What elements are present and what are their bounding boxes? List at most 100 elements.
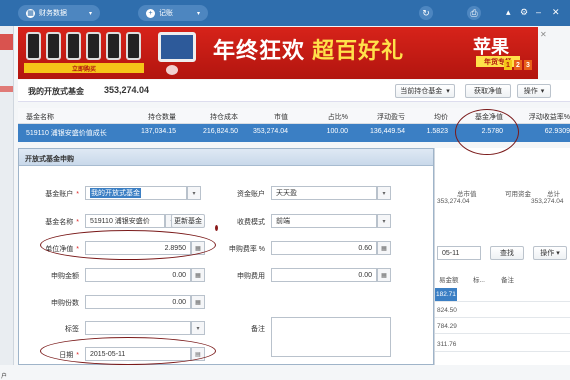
phone-image bbox=[26, 32, 41, 60]
amount-col-header: 易金额 bbox=[439, 277, 459, 284]
chevron-down-icon: ▾ bbox=[446, 88, 450, 95]
operate-label: 操作 bbox=[523, 88, 538, 95]
chevron-down-icon[interactable]: ▾ bbox=[377, 214, 391, 228]
date-filter[interactable]: 05-11 bbox=[437, 246, 481, 260]
list-item[interactable]: 311.76 bbox=[435, 338, 570, 352]
phone-image bbox=[66, 32, 81, 60]
sidebar-marker[interactable] bbox=[0, 34, 13, 50]
amount-input[interactable]: 0.00 bbox=[85, 268, 191, 282]
grand-total-label: 总计 bbox=[547, 191, 560, 198]
holding-filter-button[interactable]: 当前持仓基金 ▾ bbox=[395, 84, 455, 98]
remark-textarea[interactable] bbox=[271, 317, 391, 357]
account-select[interactable]: ▦ 财务数据 ▾ bbox=[18, 5, 100, 21]
fee-label: 申购费用 bbox=[237, 273, 265, 280]
fund-account-label: 资金账户 bbox=[237, 191, 265, 198]
col-avg-price[interactable]: 均价 bbox=[413, 112, 448, 122]
tablet-image bbox=[158, 32, 196, 62]
banner-page-2[interactable]: 2 bbox=[514, 60, 522, 70]
col-holding[interactable]: 持仓数量 bbox=[126, 112, 176, 122]
shares-label: 申购份数 bbox=[51, 300, 79, 307]
update-fund-button[interactable]: 更新基金 bbox=[171, 214, 205, 228]
chevron-down-icon[interactable]: ▾ bbox=[377, 186, 391, 200]
annotation-ellipse bbox=[455, 109, 519, 155]
col-float-pnl[interactable]: 浮动盈亏 bbox=[353, 112, 405, 122]
list-item[interactable]: 784.29 bbox=[435, 320, 570, 334]
fee-mode-select[interactable]: 前端 bbox=[271, 214, 377, 228]
fetch-nav-button[interactable]: 获取净值 bbox=[465, 84, 511, 98]
total-market-value: 353,274.04 bbox=[437, 198, 470, 205]
phone-image bbox=[46, 32, 61, 60]
fund-account-select[interactable]: 我的开放式基金 bbox=[85, 186, 187, 200]
col-return-rate[interactable]: 浮动收益率% bbox=[514, 112, 570, 122]
banner-page-3[interactable]: 3 bbox=[524, 60, 532, 70]
minimize-icon[interactable]: – bbox=[536, 7, 541, 17]
annotation-mark bbox=[215, 225, 218, 231]
top-toolbar: ▦ 财务数据 ▾ + 记账 ▾ ↻ ⎙ ▴ ⚙ – ✕ bbox=[0, 0, 570, 26]
amount-label: 申购金额 bbox=[51, 273, 79, 280]
ad-banner[interactable]: 立即购买 年终狂欢 超百好礼 苹果 年货专场 1 2 3 bbox=[18, 27, 538, 79]
tag-select[interactable] bbox=[85, 321, 191, 335]
right-summary-panel: 总市值 可用资金 总计 353,274.04 353,274.04 05-11 … bbox=[434, 148, 570, 365]
print-icon[interactable]: ⎙ bbox=[467, 6, 481, 20]
note-button[interactable]: + 记账 ▾ bbox=[138, 5, 208, 21]
headline-left: 年终狂欢 bbox=[213, 38, 306, 63]
fund-name-label: 基金名称 * bbox=[19, 217, 79, 227]
list-item[interactable]: 824.50 bbox=[435, 304, 570, 318]
fund-title: 我的开放式基金 bbox=[28, 87, 84, 96]
banner-close-icon[interactable]: ✕ bbox=[540, 30, 547, 39]
chevron-down-icon: ▾ bbox=[196, 10, 200, 17]
sidebar-text: 户 bbox=[1, 374, 8, 380]
row-fund-name: 519110 浦银安盛价值成长 bbox=[26, 130, 107, 137]
query-button[interactable]: 查找 bbox=[490, 246, 524, 260]
calculator-icon[interactable]: ▦ bbox=[377, 268, 391, 282]
cash-account-select[interactable]: 天天盈 bbox=[271, 186, 377, 200]
required-marker: * bbox=[76, 219, 79, 226]
grand-total-value: 353,274.04 bbox=[531, 198, 564, 205]
shares-input[interactable]: 0.00 bbox=[85, 295, 191, 309]
calculator-icon[interactable]: ▦ bbox=[191, 268, 205, 282]
close-icon[interactable]: ✕ bbox=[552, 7, 560, 18]
phone-image bbox=[86, 32, 101, 60]
pin-icon[interactable]: ▴ bbox=[506, 7, 511, 18]
col-fund-name[interactable]: 基金名称 bbox=[26, 112, 54, 122]
account-label-text: 基金账户 bbox=[45, 191, 74, 198]
amount-value: 311.76 bbox=[437, 341, 457, 348]
fund-name-input[interactable]: 519110 浦银安盛价 bbox=[85, 214, 165, 228]
refresh-icon[interactable]: ↻ bbox=[419, 6, 433, 20]
col-ratio[interactable]: 占比% bbox=[308, 112, 348, 122]
account-select-label: 财务数据 bbox=[39, 10, 67, 17]
fee-rate-input[interactable]: 0.60 bbox=[271, 241, 377, 255]
account-value: 我的开放式基金 bbox=[90, 188, 141, 198]
chevron-down-icon[interactable]: ▾ bbox=[191, 321, 205, 335]
amount-value: 824.50 bbox=[437, 307, 457, 314]
tag-label: 标签 bbox=[65, 326, 79, 333]
chevron-down-icon: ▾ bbox=[556, 250, 560, 257]
col-cost[interactable]: 持仓成本 bbox=[188, 112, 238, 122]
required-marker: * bbox=[76, 191, 79, 198]
annotation-ellipse bbox=[40, 230, 216, 260]
row-return-rate: 62.9309 bbox=[544, 128, 570, 135]
operate-button[interactable]: 操作 ▾ bbox=[517, 84, 551, 98]
fund-summary-bar: 我的开放式基金 353,274.04 当前持仓基金 ▾ 获取净值 操作 ▾ bbox=[18, 80, 570, 102]
calculator-icon[interactable]: ▦ bbox=[191, 295, 205, 309]
remark-label: 备注 bbox=[251, 326, 265, 333]
list-item[interactable]: 182.71 bbox=[435, 288, 570, 302]
annotation-ellipse bbox=[40, 337, 216, 365]
buy-label: 立即购买 bbox=[24, 63, 144, 73]
account-label: 基金账户 * bbox=[19, 189, 79, 199]
col-market-value[interactable]: 市值 bbox=[248, 112, 288, 122]
sidebar-marker[interactable] bbox=[0, 86, 13, 92]
row-avg-price: 1.5823 bbox=[426, 128, 448, 135]
settings-icon[interactable]: ⚙ bbox=[520, 7, 528, 18]
fund-total: 353,274.04 bbox=[104, 85, 150, 95]
fee-input[interactable]: 0.00 bbox=[271, 268, 377, 282]
phone-image bbox=[106, 32, 121, 60]
dialog-title: 开放式基金申购 bbox=[19, 149, 433, 166]
ops-button[interactable]: 操作 ▾ bbox=[533, 246, 567, 260]
banner-page-1[interactable]: 1 bbox=[504, 60, 512, 70]
fee-mode-label: 收费模式 bbox=[237, 219, 265, 226]
chevron-down-icon[interactable]: ▾ bbox=[187, 186, 201, 200]
calculator-icon[interactable]: ▦ bbox=[377, 241, 391, 255]
note-button-label: 记账 bbox=[159, 10, 173, 17]
phone-image bbox=[126, 32, 141, 60]
